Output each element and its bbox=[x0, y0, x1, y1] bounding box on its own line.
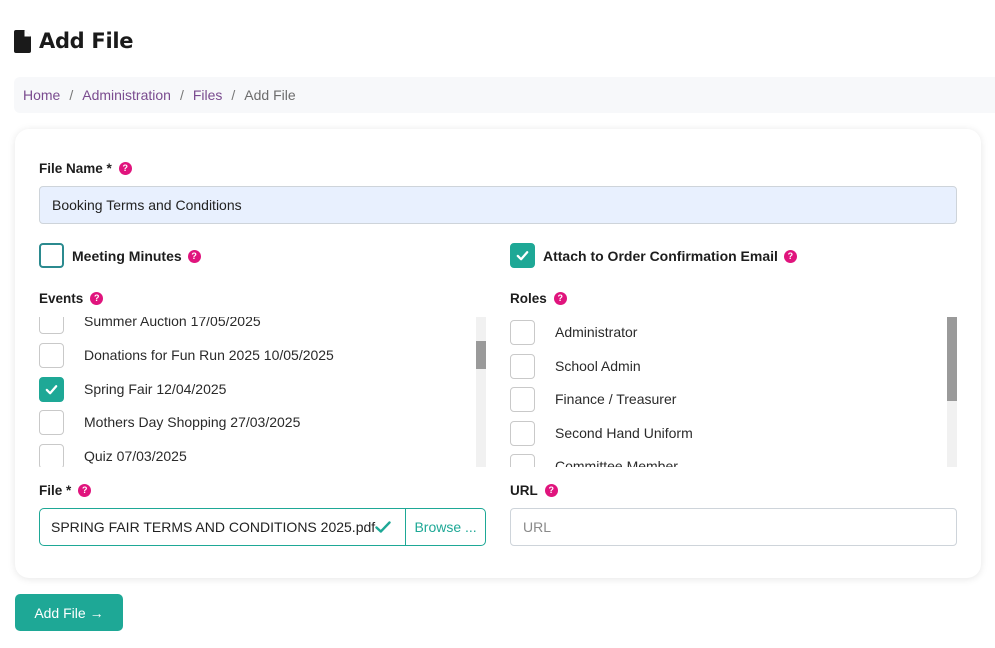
role-checkbox[interactable] bbox=[510, 387, 535, 412]
events-list-item[interactable]: Mothers Day Shopping 27/03/2025 bbox=[39, 410, 459, 435]
meeting-minutes-checkbox[interactable] bbox=[39, 243, 64, 268]
events-scrollbar[interactable] bbox=[476, 317, 486, 467]
page-title: Add File bbox=[39, 29, 134, 53]
file-label: File * ? bbox=[39, 483, 92, 498]
help-icon[interactable]: ? bbox=[783, 249, 797, 263]
role-label: School Admin bbox=[555, 358, 641, 374]
events-list-item[interactable]: Spring Fair 12/04/2025 bbox=[39, 377, 459, 402]
event-label: Mothers Day Shopping 27/03/2025 bbox=[84, 414, 301, 430]
event-label: Donations for Fun Run 2025 10/05/2025 bbox=[84, 347, 334, 363]
breadcrumb-separator: / bbox=[231, 87, 236, 103]
attach-email-checkbox[interactable] bbox=[510, 243, 535, 268]
events-list[interactable]: Summer Auction 17/05/2025 Donations for … bbox=[39, 317, 487, 467]
attach-email-label-text: Attach to Order Confirmation Email bbox=[543, 248, 778, 264]
events-scrollbar-thumb[interactable] bbox=[476, 341, 486, 369]
file-name-label-text: File Name * bbox=[39, 161, 112, 176]
breadcrumb-files-link[interactable]: Files bbox=[193, 87, 223, 103]
roles-scrollbar-thumb[interactable] bbox=[947, 317, 957, 401]
file-icon bbox=[14, 29, 31, 53]
selected-file-name: SPRING FAIR TERMS AND CONDITIONS 2025.pd… bbox=[51, 519, 376, 535]
browse-button[interactable]: Browse ... bbox=[406, 509, 485, 545]
file-name-label: File Name * ? bbox=[39, 161, 132, 176]
add-file-form-card: File Name * ? Meeting Minutes ? Attach t… bbox=[15, 129, 981, 578]
roles-list-item[interactable]: Administrator bbox=[510, 320, 930, 345]
roles-label: Roles ? bbox=[510, 291, 567, 306]
events-label: Events ? bbox=[39, 291, 104, 306]
add-file-button-label: Add File bbox=[34, 604, 86, 621]
arrow-right-icon: → bbox=[89, 604, 104, 621]
event-label: Quiz 07/03/2025 bbox=[84, 448, 187, 464]
meeting-minutes-label: Meeting Minutes ? bbox=[72, 248, 201, 264]
roles-list-item[interactable]: School Admin bbox=[510, 354, 930, 379]
help-icon[interactable]: ? bbox=[90, 292, 104, 305]
help-icon[interactable]: ? bbox=[553, 292, 567, 305]
events-label-text: Events bbox=[39, 291, 84, 306]
add-file-button[interactable]: Add File → bbox=[15, 594, 123, 631]
role-checkbox[interactable] bbox=[510, 421, 535, 446]
file-name-display[interactable]: SPRING FAIR TERMS AND CONDITIONS 2025.pd… bbox=[40, 509, 407, 545]
breadcrumb-current: Add File bbox=[244, 87, 296, 103]
roles-list[interactable]: Administrator School Admin Finance / Tre… bbox=[510, 317, 957, 467]
roles-label-text: Roles bbox=[510, 291, 547, 306]
roles-list-item[interactable]: Committee Member bbox=[510, 454, 930, 467]
roles-scrollbar[interactable] bbox=[947, 317, 957, 467]
breadcrumb-administration-link[interactable]: Administration bbox=[82, 87, 171, 103]
role-checkbox[interactable] bbox=[510, 454, 535, 467]
breadcrumb-separator: / bbox=[179, 87, 184, 103]
attach-email-label: Attach to Order Confirmation Email ? bbox=[543, 248, 797, 264]
roles-list-item[interactable]: Finance / Treasurer bbox=[510, 387, 930, 412]
role-label: Committee Member bbox=[555, 458, 678, 467]
event-checkbox[interactable] bbox=[39, 410, 64, 435]
events-list-item[interactable]: Donations for Fun Run 2025 10/05/2025 bbox=[39, 343, 459, 368]
event-label: Summer Auction 17/05/2025 bbox=[84, 317, 261, 329]
role-label: Administrator bbox=[555, 324, 638, 340]
event-label: Spring Fair 12/04/2025 bbox=[84, 381, 227, 397]
role-checkbox[interactable] bbox=[510, 354, 535, 379]
url-input[interactable] bbox=[510, 508, 957, 546]
url-label: URL ? bbox=[510, 483, 558, 498]
help-icon[interactable]: ? bbox=[78, 484, 92, 497]
events-list-item[interactable]: Summer Auction 17/05/2025 bbox=[39, 317, 459, 334]
breadcrumb: Home / Administration / Files / Add File bbox=[14, 77, 995, 113]
file-name-input[interactable] bbox=[39, 186, 957, 224]
checkmark-icon bbox=[45, 385, 58, 395]
file-label-text: File * bbox=[39, 483, 72, 498]
breadcrumb-separator: / bbox=[69, 87, 74, 103]
help-icon[interactable]: ? bbox=[544, 484, 558, 497]
file-upload-field[interactable]: SPRING FAIR TERMS AND CONDITIONS 2025.pd… bbox=[39, 508, 486, 546]
help-icon[interactable]: ? bbox=[118, 162, 132, 175]
role-label: Second Hand Uniform bbox=[555, 425, 693, 441]
events-list-item[interactable]: Quiz 07/03/2025 bbox=[39, 444, 459, 467]
page-header: Add File bbox=[14, 26, 134, 56]
checkmark-icon bbox=[516, 251, 529, 261]
event-checkbox[interactable] bbox=[39, 343, 64, 368]
role-label: Finance / Treasurer bbox=[555, 391, 677, 407]
help-icon[interactable]: ? bbox=[187, 249, 201, 263]
meeting-minutes-label-text: Meeting Minutes bbox=[72, 248, 182, 264]
roles-list-item[interactable]: Second Hand Uniform bbox=[510, 421, 930, 446]
event-checkbox[interactable] bbox=[39, 377, 64, 402]
event-checkbox[interactable] bbox=[39, 444, 64, 467]
url-label-text: URL bbox=[510, 483, 538, 498]
breadcrumb-home-link[interactable]: Home bbox=[23, 87, 60, 103]
valid-check-icon bbox=[375, 521, 391, 533]
event-checkbox[interactable] bbox=[39, 317, 64, 334]
role-checkbox[interactable] bbox=[510, 320, 535, 345]
